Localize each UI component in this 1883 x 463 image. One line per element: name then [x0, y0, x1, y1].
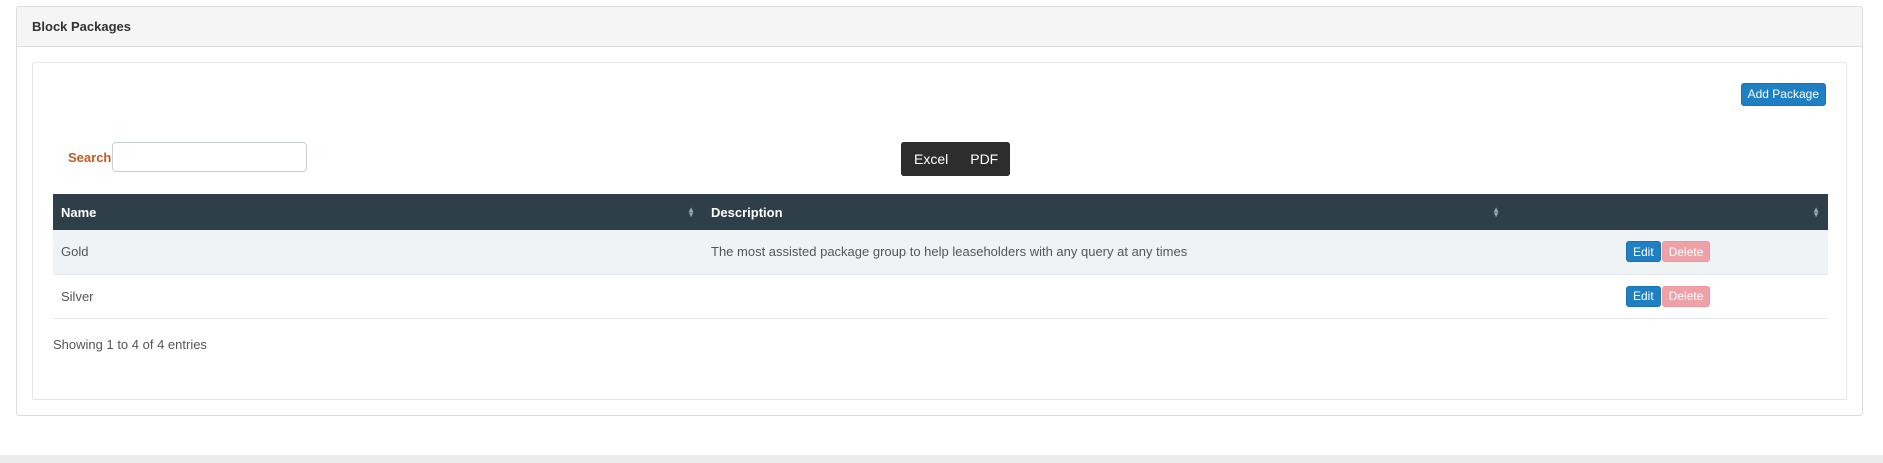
- excel-button[interactable]: Excel: [901, 142, 959, 176]
- column-header-label: Description: [711, 204, 783, 220]
- add-package-button[interactable]: Add Package: [1740, 83, 1826, 106]
- column-header-description[interactable]: Description ▲ ▼: [703, 194, 1508, 230]
- delete-button[interactable]: Delete: [1661, 285, 1711, 307]
- panel-body: Add Package Search Excel PDF Name ▲ ▼ Des…: [32, 62, 1847, 400]
- table-info: Showing 1 to 4 of 4 entries: [53, 337, 207, 352]
- export-buttons: Excel PDF: [901, 142, 1011, 176]
- search-label: Search: [68, 149, 112, 165]
- cell-name: Silver: [61, 288, 94, 304]
- table-row: Silver Edit Delete: [53, 274, 1828, 318]
- panel-title: Block Packages: [17, 7, 1862, 47]
- sort-icon: ▲ ▼: [1492, 205, 1500, 219]
- column-header-label: Name: [61, 204, 97, 220]
- sort-icon: ▲ ▼: [1812, 205, 1820, 219]
- cell-description: The most assisted package group to help …: [711, 244, 1188, 260]
- cell-actions: Edit Delete: [1508, 274, 1828, 318]
- column-header-name[interactable]: Name ▲ ▼: [53, 194, 703, 230]
- column-header-actions[interactable]: ▲ ▼: [1508, 194, 1828, 230]
- block-packages-panel: Block Packages Add Package Search Excel …: [16, 6, 1863, 416]
- footer-bar: [0, 455, 1883, 463]
- sort-icon: ▲ ▼: [687, 205, 695, 219]
- packages-table: Name ▲ ▼ Description ▲ ▼ ▲ ▼ Gold The mo…: [53, 194, 1828, 319]
- search-group: Search: [68, 142, 308, 172]
- cell-name: Gold: [61, 244, 89, 260]
- edit-button[interactable]: Edit: [1626, 285, 1661, 307]
- table-row: Gold The most assisted package group to …: [53, 230, 1828, 274]
- cell-description: [703, 274, 1508, 318]
- cell-actions: Edit Delete: [1508, 230, 1828, 274]
- pdf-button[interactable]: PDF: [958, 142, 1011, 176]
- search-input[interactable]: [112, 142, 308, 172]
- edit-button[interactable]: Edit: [1626, 241, 1661, 263]
- table-header-row: Name ▲ ▼ Description ▲ ▼ ▲ ▼: [53, 194, 1828, 230]
- delete-button[interactable]: Delete: [1661, 241, 1711, 263]
